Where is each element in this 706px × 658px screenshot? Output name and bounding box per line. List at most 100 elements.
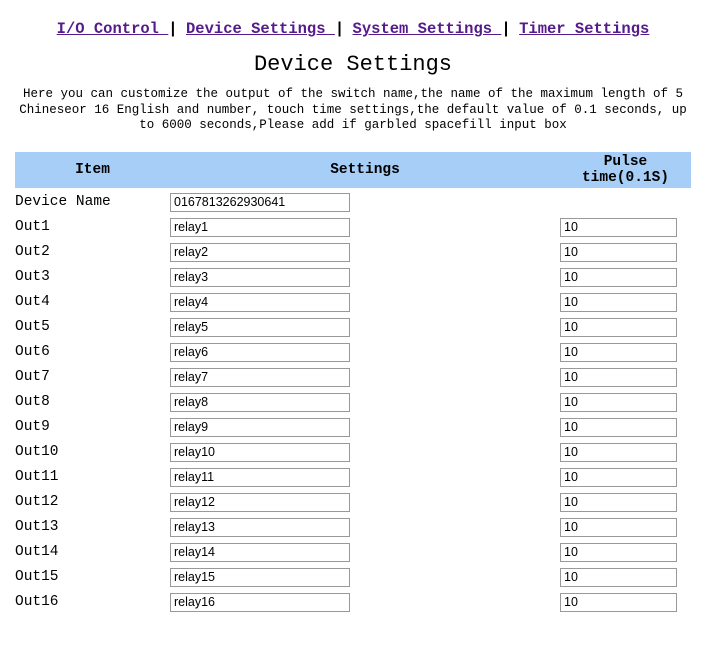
- table-row: Out16: [15, 590, 691, 615]
- relay-name-input[interactable]: [170, 418, 350, 437]
- pulse-time-input[interactable]: [560, 468, 677, 487]
- pulse-time-input[interactable]: [560, 418, 677, 437]
- pulse-time-input[interactable]: [560, 518, 677, 537]
- setting-cell: [170, 415, 560, 440]
- relay-name-input[interactable]: [170, 443, 350, 462]
- pulse-cell: [560, 189, 691, 215]
- relay-name-input[interactable]: [170, 593, 350, 612]
- pulse-cell: [560, 265, 691, 290]
- setting-cell: [170, 189, 560, 215]
- pulse-cell: [560, 540, 691, 565]
- relay-name-input[interactable]: [170, 493, 350, 512]
- setting-cell: [170, 565, 560, 590]
- pulse-time-input[interactable]: [560, 393, 677, 412]
- setting-cell: [170, 465, 560, 490]
- pulse-time-input[interactable]: [560, 268, 677, 287]
- table-row: Out10: [15, 440, 691, 465]
- pulse-cell: [560, 565, 691, 590]
- pulse-cell: [560, 490, 691, 515]
- relay-name-input[interactable]: [170, 568, 350, 587]
- relay-name-input[interactable]: [170, 518, 350, 537]
- table-row: Out3: [15, 265, 691, 290]
- item-label: Out10: [15, 440, 170, 465]
- relay-name-input[interactable]: [170, 468, 350, 487]
- pulse-time-input[interactable]: [560, 543, 677, 562]
- relay-name-input[interactable]: [170, 368, 350, 387]
- col-header-settings: Settings: [170, 152, 560, 189]
- setting-cell: [170, 215, 560, 240]
- item-label: Out11: [15, 465, 170, 490]
- pulse-cell: [560, 390, 691, 415]
- table-row: Out1: [15, 215, 691, 240]
- table-row: Out11: [15, 465, 691, 490]
- pulse-time-input[interactable]: [560, 443, 677, 462]
- relay-name-input[interactable]: [170, 393, 350, 412]
- relay-name-input[interactable]: [170, 343, 350, 362]
- pulse-time-input[interactable]: [560, 243, 677, 262]
- item-label: Device Name: [15, 189, 170, 215]
- item-label: Out15: [15, 565, 170, 590]
- pulse-time-input[interactable]: [560, 318, 677, 337]
- nav-separator: |: [168, 20, 177, 38]
- item-label: Out5: [15, 315, 170, 340]
- setting-cell: [170, 290, 560, 315]
- relay-name-input[interactable]: [170, 543, 350, 562]
- item-label: Out13: [15, 515, 170, 540]
- pulse-time-input[interactable]: [560, 568, 677, 587]
- pulse-cell: [560, 215, 691, 240]
- pulse-cell: [560, 440, 691, 465]
- table-row: Out7: [15, 365, 691, 390]
- pulse-time-input[interactable]: [560, 368, 677, 387]
- setting-cell: [170, 590, 560, 615]
- pulse-time-input[interactable]: [560, 293, 677, 312]
- settings-table: Item Settings Pulse time(0.1S) Device Na…: [15, 152, 691, 615]
- table-row: Out5: [15, 315, 691, 340]
- nav-link-io-control[interactable]: I/O Control: [57, 20, 169, 38]
- pulse-cell: [560, 415, 691, 440]
- nav-link-device-settings[interactable]: Device Settings: [186, 20, 335, 38]
- nav-link-timer-settings[interactable]: Timer Settings: [519, 20, 649, 38]
- item-label: Out3: [15, 265, 170, 290]
- relay-name-input[interactable]: [170, 268, 350, 287]
- device-name-input[interactable]: [170, 193, 350, 212]
- page-container: I/O Control | Device Settings | System S…: [0, 0, 706, 627]
- table-row: Out13: [15, 515, 691, 540]
- pulse-cell: [560, 290, 691, 315]
- item-label: Out7: [15, 365, 170, 390]
- table-row: Out8: [15, 390, 691, 415]
- relay-name-input[interactable]: [170, 318, 350, 337]
- item-label: Out9: [15, 415, 170, 440]
- pulse-cell: [560, 365, 691, 390]
- table-row: Out4: [15, 290, 691, 315]
- pulse-cell: [560, 340, 691, 365]
- nav-separator: |: [335, 20, 344, 38]
- item-label: Out8: [15, 390, 170, 415]
- pulse-time-input[interactable]: [560, 493, 677, 512]
- item-label: Out16: [15, 590, 170, 615]
- pulse-cell: [560, 590, 691, 615]
- item-label: Out14: [15, 540, 170, 565]
- setting-cell: [170, 440, 560, 465]
- nav-link-system-settings[interactable]: System Settings: [353, 20, 502, 38]
- relay-name-input[interactable]: [170, 243, 350, 262]
- relay-name-input[interactable]: [170, 218, 350, 237]
- pulse-time-input[interactable]: [560, 343, 677, 362]
- pulse-cell: [560, 465, 691, 490]
- setting-cell: [170, 365, 560, 390]
- item-label: Out2: [15, 240, 170, 265]
- item-label: Out12: [15, 490, 170, 515]
- col-header-pulse: Pulse time(0.1S): [560, 152, 691, 189]
- pulse-time-input[interactable]: [560, 218, 677, 237]
- setting-cell: [170, 265, 560, 290]
- pulse-cell: [560, 240, 691, 265]
- item-label: Out1: [15, 215, 170, 240]
- item-label: Out6: [15, 340, 170, 365]
- table-row: Out9: [15, 415, 691, 440]
- table-row: Out15: [15, 565, 691, 590]
- setting-cell: [170, 340, 560, 365]
- pulse-time-input[interactable]: [560, 593, 677, 612]
- table-header-row: Item Settings Pulse time(0.1S): [15, 152, 691, 189]
- relay-name-input[interactable]: [170, 293, 350, 312]
- table-row: Out12: [15, 490, 691, 515]
- table-row-device-name: Device Name: [15, 189, 691, 215]
